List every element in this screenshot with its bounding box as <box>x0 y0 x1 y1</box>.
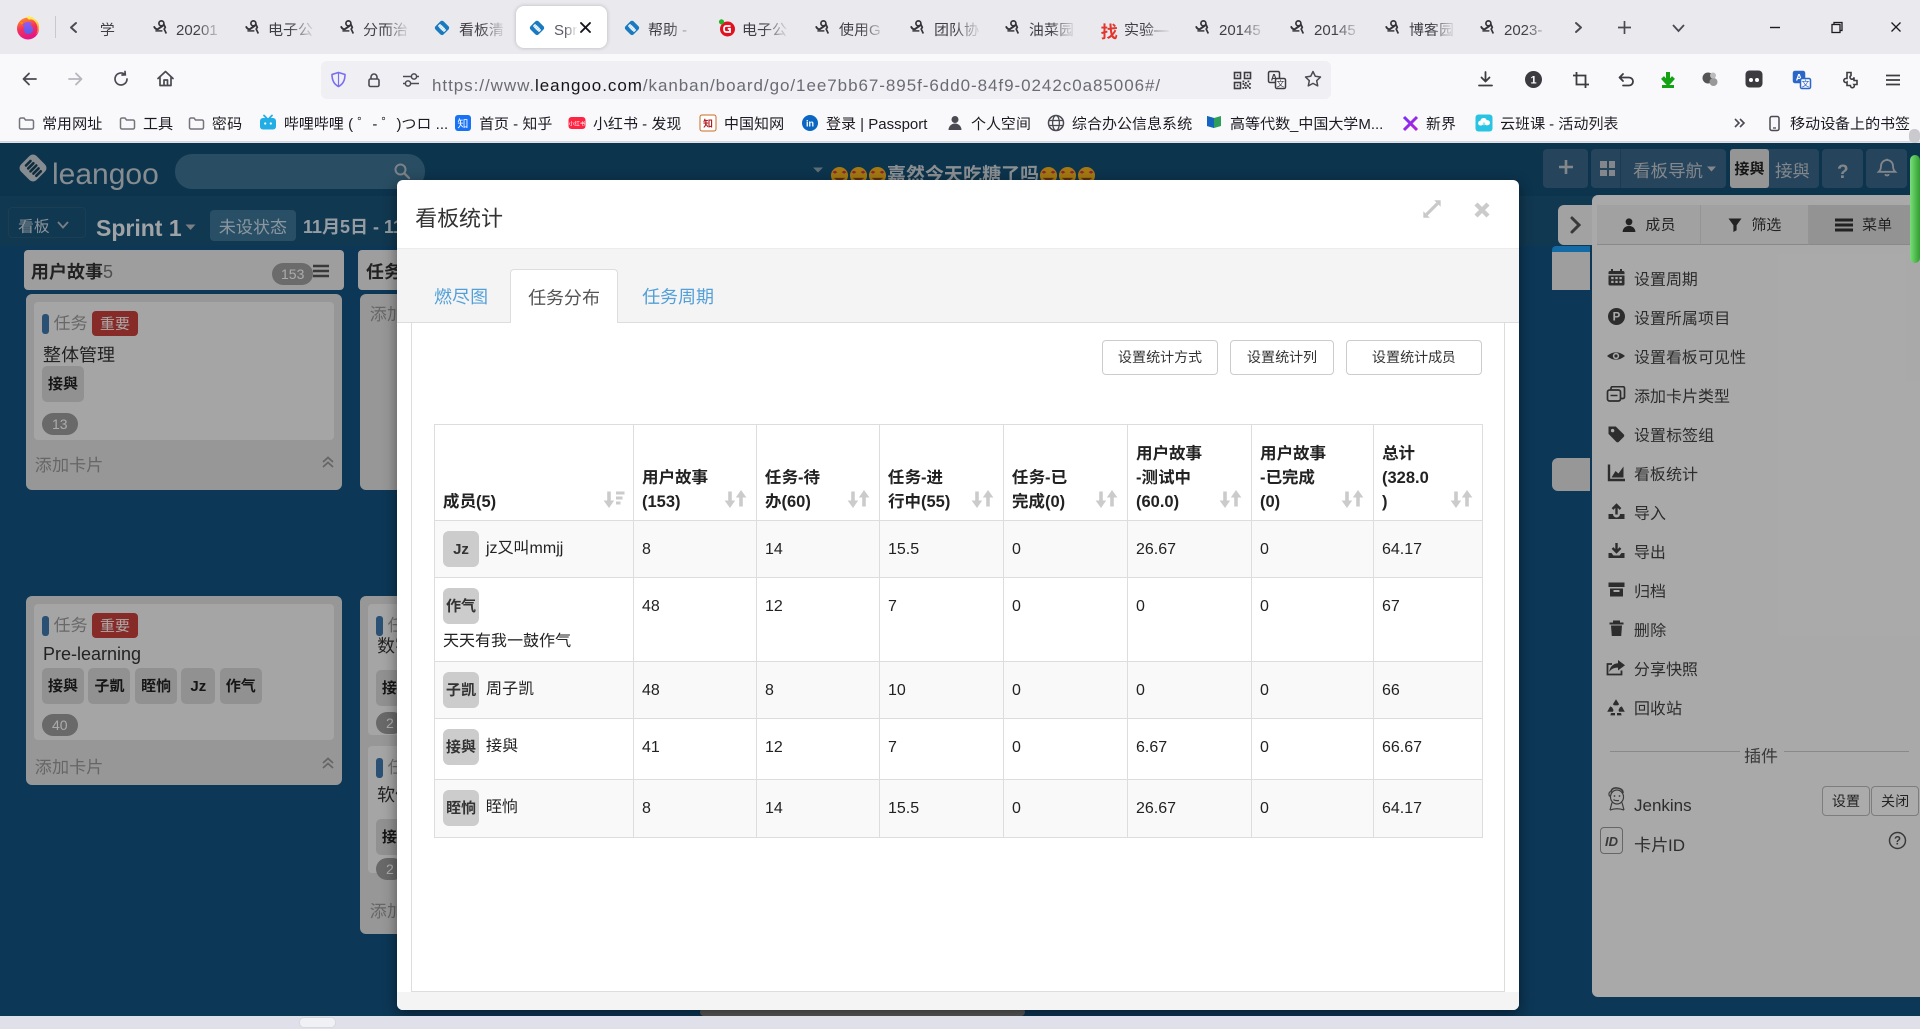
svg-text:知: 知 <box>458 116 469 132</box>
svg-text:知: 知 <box>702 115 713 130</box>
svg-text:in: in <box>806 119 814 129</box>
svg-text:1: 1 <box>1530 75 1536 87</box>
svg-text:文: 文 <box>1277 79 1285 90</box>
svg-text:小红书: 小红书 <box>568 120 586 128</box>
svg-text:文: 文 <box>1802 79 1810 90</box>
